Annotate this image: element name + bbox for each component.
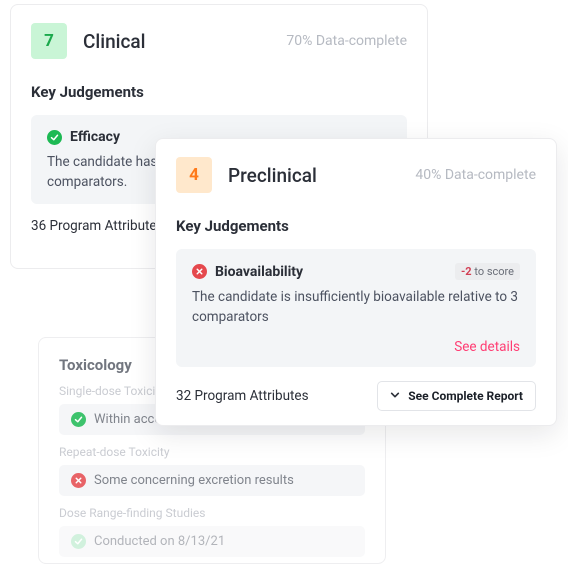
score-delta-value: -2 <box>461 265 472 278</box>
cross-icon <box>192 264 207 279</box>
tox-row-2: Conducted on 8/13/21 <box>59 526 365 557</box>
preclinical-card: 4 Preclinical 40% Data-complete Key Judg… <box>155 138 557 426</box>
preclinical-score-badge: 4 <box>176 157 212 193</box>
preclinical-completeness: 40% Data-complete <box>415 167 536 183</box>
tox-label-2: Dose Range-finding Studies <box>59 506 365 520</box>
preclinical-header: 4 Preclinical 40% Data-complete <box>176 157 536 193</box>
score-delta-pill: -2 to score <box>455 263 520 280</box>
preclinical-stage-title: Preclinical <box>228 164 317 187</box>
preclinical-section-title: Key Judgements <box>176 217 536 235</box>
check-icon <box>71 534 86 549</box>
preclinical-judgement-body: The candidate is insufficiently bioavail… <box>192 288 520 327</box>
see-details-link[interactable]: See details <box>192 339 520 355</box>
tox-row-1: Some concerning excretion results <box>59 465 365 496</box>
tox-value-1: Some concerning excretion results <box>94 473 294 488</box>
clinical-stage-title: Clinical <box>83 30 146 53</box>
check-icon <box>47 130 62 145</box>
clinical-score-badge: 7 <box>31 23 67 59</box>
chevron-down-icon <box>390 390 400 403</box>
check-icon <box>71 412 86 427</box>
see-complete-report-button[interactable]: See Complete Report <box>377 381 536 411</box>
preclinical-judgement: Bioavailability -2 to score The candidat… <box>176 249 536 367</box>
clinical-header: 7 Clinical 70% Data-complete <box>31 23 407 59</box>
tox-value-2: Conducted on 8/13/21 <box>94 534 225 549</box>
cross-icon <box>71 473 86 488</box>
score-delta-suffix: to score <box>472 265 514 278</box>
clinical-judgement-title: Efficacy <box>70 129 120 145</box>
tox-label-1: Repeat-dose Toxicity <box>59 445 365 459</box>
report-button-label: See Complete Report <box>408 389 523 403</box>
clinical-section-title: Key Judgements <box>31 83 407 101</box>
preclinical-judgement-title: Bioavailability <box>215 264 303 280</box>
preclinical-attributes: 32 Program Attributes <box>176 388 309 404</box>
clinical-completeness: 70% Data-complete <box>286 33 407 49</box>
clinical-score: 7 <box>44 31 54 51</box>
preclinical-score: 4 <box>189 165 199 185</box>
